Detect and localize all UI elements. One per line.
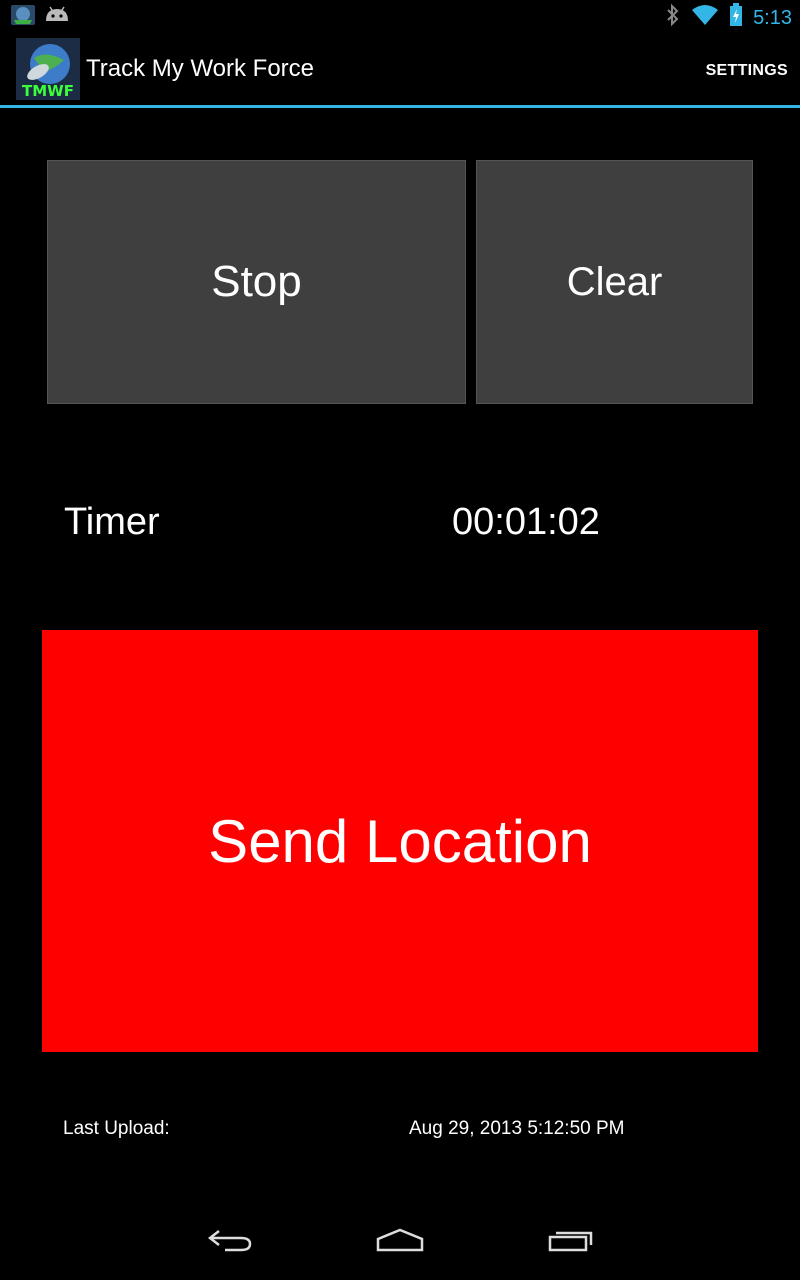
back-button[interactable] bbox=[200, 1224, 260, 1260]
svg-text:TMWF: TMWF bbox=[22, 82, 74, 100]
timer-value: 00:01:02 bbox=[452, 501, 600, 543]
last-upload-label: Last Upload: bbox=[63, 1118, 170, 1139]
status-time: 5:13 bbox=[753, 6, 792, 29]
status-left-icons bbox=[10, 4, 70, 31]
clear-button[interactable]: Clear bbox=[476, 160, 753, 404]
home-button[interactable] bbox=[370, 1224, 430, 1260]
action-bar: TMWF Track My Work Force SETTINGS bbox=[0, 33, 800, 105]
settings-button[interactable]: SETTINGS bbox=[706, 61, 788, 81]
stop-button-label: Stop bbox=[211, 257, 302, 306]
app-title: Track My Work Force bbox=[86, 55, 315, 82]
home-icon bbox=[374, 1227, 426, 1258]
android-icon bbox=[44, 5, 70, 30]
app-logo-icon[interactable]: TMWF bbox=[16, 38, 80, 100]
timer-label: Timer bbox=[64, 501, 160, 543]
last-upload-value: Aug 29, 2013 5:12:50 PM bbox=[409, 1118, 625, 1139]
stop-button[interactable]: Stop bbox=[47, 160, 466, 404]
status-bar: 5:13 bbox=[0, 0, 800, 33]
navigation-bar bbox=[0, 1200, 800, 1280]
recent-apps-button[interactable] bbox=[541, 1224, 601, 1260]
status-right-icons: 5:13 bbox=[665, 3, 792, 32]
battery-charging-icon bbox=[729, 3, 743, 32]
clear-button-label: Clear bbox=[566, 259, 663, 304]
wifi-icon bbox=[691, 4, 719, 31]
bluetooth-icon bbox=[665, 3, 681, 32]
app-notification-icon bbox=[10, 4, 36, 31]
send-location-button[interactable]: Send Location bbox=[42, 630, 758, 1052]
send-location-label: Send Location bbox=[208, 807, 592, 875]
recent-apps-icon bbox=[547, 1227, 595, 1258]
back-icon bbox=[207, 1227, 253, 1258]
action-bar-divider bbox=[0, 105, 800, 108]
